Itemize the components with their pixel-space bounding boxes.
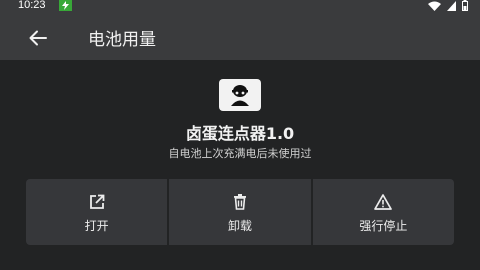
app-bar: 电池用量 — [0, 12, 480, 60]
force-stop-button-label: 强行停止 — [359, 219, 408, 233]
back-button[interactable] — [24, 24, 52, 52]
open-external-icon — [89, 194, 105, 209]
battery-icon — [462, 0, 468, 11]
warning-icon — [374, 194, 393, 210]
app-icon — [219, 79, 261, 111]
uninstall-button-label: 卸载 — [227, 219, 252, 233]
wifi-icon — [428, 1, 441, 11]
arrow-left-icon — [29, 30, 47, 46]
open-button[interactable]: 打开 — [26, 179, 168, 245]
signal-icon — [447, 0, 456, 11]
app-name: 卤蛋连点器1.0 — [185, 124, 295, 143]
trash-icon — [233, 194, 246, 210]
status-time: 10:23 — [18, 0, 46, 11]
force-stop-button[interactable]: 强行停止 — [312, 179, 454, 245]
page-title: 电池用量 — [88, 30, 156, 50]
app-logo-icon — [231, 85, 249, 106]
uninstall-button[interactable]: 卸载 — [169, 179, 311, 245]
status-bar: 10:23 — [0, 0, 480, 12]
charging-icon — [59, 0, 72, 11]
app-actions: 打开 卸载 强行停止 — [26, 179, 454, 245]
open-button-label: 打开 — [84, 219, 109, 233]
battery-usage-summary: 自电池上次充满电后未使用过 — [168, 147, 312, 160]
